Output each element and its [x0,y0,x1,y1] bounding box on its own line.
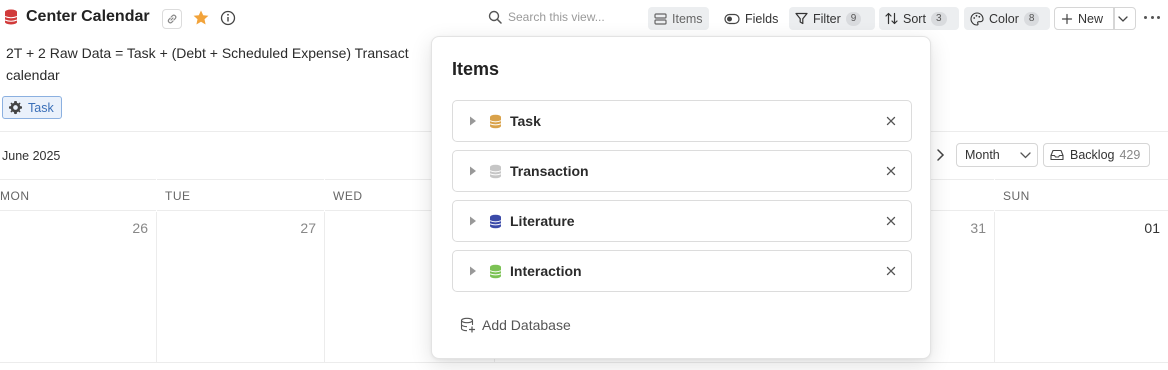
item-row-task[interactable]: Task [452,100,912,142]
palette-icon [970,11,984,26]
filter-icon [795,12,808,25]
caret-right-icon[interactable] [469,266,477,276]
sort-button[interactable]: Sort 3 [879,7,959,30]
day-number: 26 [132,220,148,236]
caret-right-icon[interactable] [469,166,477,176]
color-button[interactable]: Color 8 [964,7,1050,30]
backlog-label: Backlog [1070,148,1115,162]
backlog-count: 429 [1119,148,1141,162]
caret-right-icon[interactable] [469,216,477,226]
items-button[interactable]: Items [648,7,709,30]
plus-icon [1061,13,1073,24]
inbox-icon [1050,149,1064,161]
item-label: Task [510,113,541,129]
remove-x-icon[interactable] [885,115,897,127]
title-wrap: Center Calendar [4,8,150,26]
search-bar[interactable]: Search this view... [488,10,605,24]
caret-right-icon[interactable] [469,116,477,126]
more-dot-icon [1150,16,1154,19]
copy-link-button[interactable] [162,9,182,29]
day-number: 31 [970,220,986,236]
next-month-chevron-icon[interactable] [934,148,946,162]
database-icon [489,164,502,178]
fields-button[interactable]: Fields [718,7,784,30]
day-cell[interactable]: 27 [157,212,325,362]
gear-icon [8,100,23,115]
day-number: 27 [300,220,316,236]
add-database-label: Add Database [482,317,571,333]
view-mode-value: Month [965,148,1000,162]
item-row-interaction[interactable]: Interaction [452,250,912,292]
day-header-mon: MON [0,179,156,211]
add-database-icon [460,317,476,333]
search-placeholder: Search this view... [508,10,605,24]
color-label: Color [989,11,1019,26]
toolbar: Center Calendar Search this view... Item… [0,0,1168,36]
info-icon[interactable] [220,10,236,26]
day-header-sun: SUN [995,179,1168,211]
database-icon [4,9,18,25]
toggle-icon [724,13,740,24]
day-header-sat [930,179,994,211]
day-cell[interactable]: 01 [995,212,1168,362]
remove-x-icon[interactable] [885,165,897,177]
new-label: New [1078,11,1104,26]
day-header-tue: TUE [157,179,324,211]
item-label: Transaction [510,163,589,179]
remove-x-icon[interactable] [885,215,897,227]
tag-label: Task [28,100,54,115]
description-line-2: calendar [6,67,60,83]
color-count-badge: 8 [1023,11,1040,26]
link-icon [167,14,177,24]
grid-row-divider [0,362,1168,363]
sort-icon [885,12,898,25]
fields-label: Fields [745,11,779,26]
more-options-button[interactable] [1144,16,1160,20]
page-title: Center Calendar [26,8,150,25]
sort-count-badge: 3 [930,11,947,26]
popover-title: Items [452,59,500,79]
month-label: June 2025 [2,149,61,163]
new-options-button[interactable] [1114,7,1136,30]
items-label: Items [672,11,703,26]
chevron-down-icon [1117,15,1128,22]
item-row-literature[interactable]: Literature [452,200,912,242]
description-line-1: 2T + 2 Raw Data = Task + (Debt + Schedul… [6,45,409,61]
favorite-star-icon[interactable] [192,9,210,27]
chevron-down-icon [1020,151,1031,158]
backlog-button[interactable]: Backlog 429 [1043,143,1150,167]
search-icon [488,10,502,24]
more-dot-icon [1157,16,1160,19]
view-description: 2T + 2 Raw Data = Task + (Debt + Schedul… [6,42,486,86]
filter-button[interactable]: Filter 9 [789,7,875,30]
filter-label: Filter [813,11,841,26]
new-button[interactable]: New [1054,7,1114,30]
sort-label: Sort [903,11,926,26]
database-icon [489,114,502,128]
items-stack-icon [654,12,667,25]
item-label: Interaction [510,263,582,279]
item-label: Literature [510,213,575,229]
remove-x-icon[interactable] [885,265,897,277]
item-row-transaction[interactable]: Transaction [452,150,912,192]
database-icon [489,214,502,228]
items-popover: Items Task Transaction Literature Intera… [431,36,931,359]
day-cell[interactable]: 26 [0,212,157,362]
add-database-button[interactable]: Add Database [460,317,571,333]
filter-count-badge: 9 [845,11,862,26]
view-mode-select[interactable]: Month [956,143,1038,167]
task-tag[interactable]: Task [2,96,62,119]
more-dot-icon [1144,16,1147,19]
day-number: 01 [1144,220,1160,236]
database-icon [489,264,502,278]
